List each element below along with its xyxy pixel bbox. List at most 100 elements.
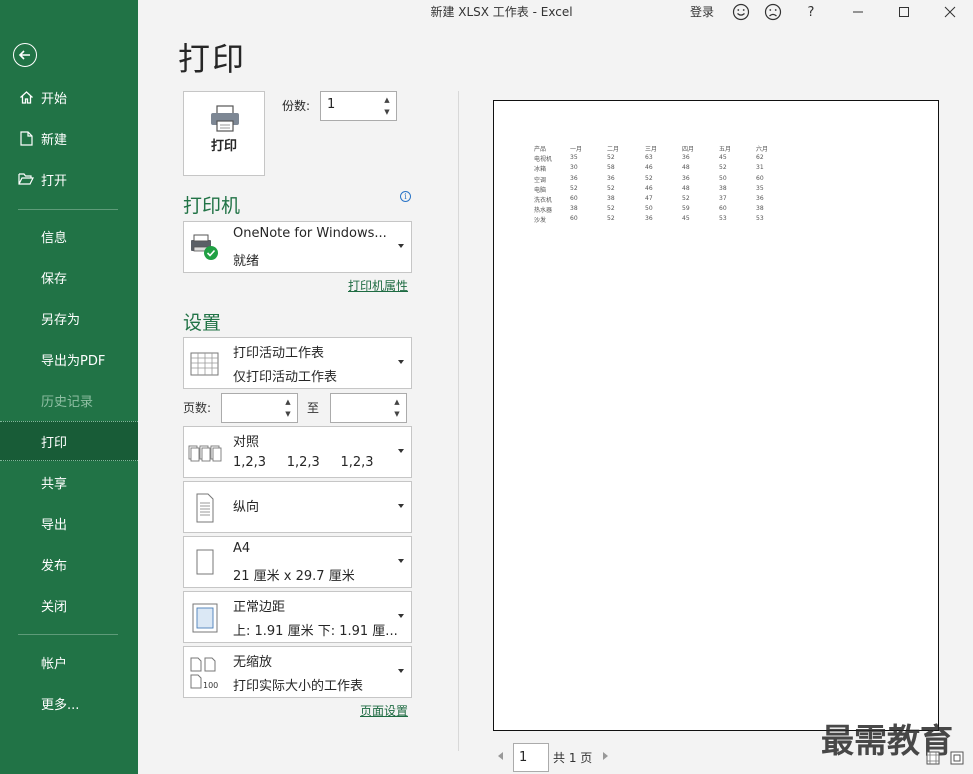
pane-divider — [458, 91, 459, 751]
zoom-to-page-icon[interactable] — [950, 751, 964, 765]
spin-down-icon[interactable]: ▼ — [392, 409, 402, 420]
preview-cell: 38 — [756, 205, 764, 213]
preview-cell: 45 — [719, 154, 727, 162]
next-page-icon[interactable] — [603, 752, 608, 760]
preview-cell: 50 — [645, 205, 653, 213]
paper-size-dropdown[interactable]: A4 21 厘米 x 29.7 厘米 — [183, 536, 412, 588]
preview-cell: 47 — [645, 194, 653, 202]
frown-feedback-icon[interactable] — [763, 2, 783, 22]
preview-cell: 52 — [607, 184, 615, 192]
previous-page-icon[interactable] — [498, 752, 503, 760]
sidebar-item-label: 帐户 — [41, 656, 68, 672]
sidebar-item-export-pdf[interactable]: 导出为PDF — [0, 339, 138, 379]
sidebar-item-info[interactable]: 信息 — [0, 216, 138, 256]
smile-feedback-icon[interactable] — [731, 2, 751, 22]
orientation-title: 纵向 — [233, 500, 260, 515]
printer-ready-icon — [191, 234, 218, 260]
spin-down-icon[interactable]: ▼ — [283, 409, 293, 420]
copies-value[interactable]: 1 — [327, 97, 335, 112]
printer-status: 就绪 — [233, 254, 260, 269]
collate-pages-icon — [188, 445, 222, 462]
preview-cell: 62 — [756, 154, 764, 162]
page-count-label: 共 1 页 — [553, 751, 593, 765]
preview-cell: 沙发 — [534, 217, 547, 225]
printer-properties-link[interactable]: 打印机属性 — [348, 277, 408, 294]
sidebar-item-print[interactable]: 打印 — [0, 421, 138, 461]
preview-cell: 52 — [607, 215, 615, 223]
sidebar-item-new[interactable]: 新建 — [0, 118, 138, 158]
printer-icon — [211, 105, 239, 132]
pages-to-spinner[interactable]: ▲ ▼ — [330, 393, 407, 423]
spin-down-icon[interactable]: ▼ — [382, 107, 392, 118]
scaling-dropdown[interactable]: 100 无缩放 打印实际大小的工作表 — [183, 646, 412, 698]
current-page-input[interactable]: 1 — [513, 743, 549, 772]
margins-title: 正常边距 — [233, 600, 286, 615]
preview-cell: 52 — [719, 164, 727, 172]
sign-in-link[interactable]: 登录 — [690, 3, 714, 20]
preview-cell: 四月 — [682, 146, 695, 153]
preview-cell: 52 — [682, 194, 690, 202]
info-icon[interactable]: i — [400, 191, 411, 202]
sidebar-item-account[interactable]: 帐户 — [0, 642, 138, 682]
sidebar-item-home[interactable]: 开始 — [0, 77, 138, 117]
preview-cell: 38 — [607, 194, 615, 202]
home-icon — [18, 89, 34, 105]
sidebar-item-label: 打开 — [41, 173, 68, 189]
page-setup-link[interactable]: 页面设置 — [360, 702, 408, 719]
pages-from-spinner[interactable]: ▲ ▼ — [221, 393, 298, 423]
help-icon[interactable]: ? — [801, 2, 821, 22]
print-button-label: 打印 — [210, 139, 237, 154]
preview-cell: 53 — [756, 215, 764, 223]
sidebar-item-more[interactable]: 更多... — [0, 683, 138, 723]
sidebar-item-export[interactable]: 导出 — [0, 503, 138, 543]
sidebar-item-save-as[interactable]: 另存为 — [0, 298, 138, 338]
preview-cell: 38 — [570, 205, 578, 213]
preview-cell: 电视机 — [534, 156, 553, 164]
sidebar-item-close[interactable]: 关闭 — [0, 585, 138, 625]
preview-cell: 52 — [607, 154, 615, 162]
spin-up-icon[interactable]: ▲ — [283, 397, 293, 408]
printer-heading: 打印机 — [183, 195, 241, 217]
printer-dropdown[interactable]: OneNote for Windows... 就绪 — [183, 221, 412, 273]
preview-cell: 46 — [645, 184, 653, 192]
collate-desc: 1,2,3 1,2,3 1,2,3 — [233, 455, 374, 470]
sidebar-item-publish[interactable]: 发布 — [0, 544, 138, 584]
open-folder-icon — [18, 171, 34, 187]
print-scope-dropdown[interactable]: 打印活动工作表 仅打印活动工作表 — [183, 337, 412, 389]
show-margins-icon[interactable] — [926, 751, 940, 765]
chevron-down-icon — [398, 504, 404, 508]
sidebar-divider — [18, 634, 118, 635]
copies-spinner[interactable]: 1 ▲ ▼ — [320, 91, 397, 121]
preview-cell: 60 — [756, 174, 764, 182]
sidebar-item-share[interactable]: 共享 — [0, 462, 138, 502]
close-icon[interactable] — [940, 2, 960, 22]
back-arrow-icon[interactable] — [13, 43, 37, 67]
window-title: 新建 XLSX 工作表 - Excel — [430, 5, 573, 19]
sidebar-item-open[interactable]: 打开 — [0, 159, 138, 199]
orientation-dropdown[interactable]: 纵向 — [183, 481, 412, 533]
spin-up-icon[interactable]: ▲ — [392, 397, 402, 408]
paper-size-icon — [196, 549, 214, 575]
minimize-icon[interactable] — [848, 2, 868, 22]
margins-dropdown[interactable]: 正常边距 上: 1.91 厘米 下: 1.91 厘... — [183, 591, 412, 643]
print-scope-desc: 仅打印活动工作表 — [233, 370, 338, 385]
preview-cell: 37 — [719, 194, 727, 202]
spin-up-icon[interactable]: ▲ — [382, 95, 392, 106]
sidebar-item-label: 新建 — [41, 132, 68, 148]
sidebar-item-label: 发布 — [41, 558, 68, 574]
pages-label: 页数: — [183, 401, 212, 415]
preview-cell: 52 — [645, 174, 653, 182]
preview-cell: 冰箱 — [534, 166, 547, 174]
printer-name: OneNote for Windows... — [233, 226, 387, 241]
maximize-icon[interactable] — [894, 2, 914, 22]
scaling-desc: 打印实际大小的工作表 — [233, 679, 364, 694]
preview-cell: 36 — [645, 215, 653, 223]
sidebar-item-save[interactable]: 保存 — [0, 257, 138, 297]
collate-dropdown[interactable]: 对照 1,2,3 1,2,3 1,2,3 — [183, 426, 412, 478]
preview-cell: 53 — [719, 215, 727, 223]
preview-cell: 31 — [756, 164, 764, 172]
preview-cell: 48 — [682, 184, 690, 192]
sidebar-item-label: 另存为 — [41, 312, 81, 328]
print-button[interactable]: 打印 — [183, 91, 265, 176]
preview-cell: 60 — [570, 194, 578, 202]
